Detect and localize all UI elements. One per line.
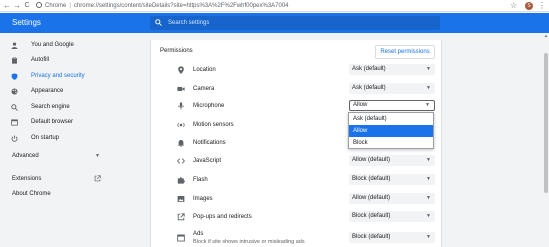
- sidebar-item-autofill[interactable]: Autofill: [0, 54, 145, 66]
- search-icon: [11, 104, 18, 111]
- popup-icon: [177, 213, 185, 221]
- permission-label: JavaScript: [193, 158, 222, 164]
- permission-row-flash: Flash Block (default) ▼: [151, 171, 443, 189]
- dropdown-option-allow[interactable]: Allow: [349, 125, 433, 137]
- sidebar-item-default-browser[interactable]: Default browser: [0, 116, 145, 128]
- sidebar-item-on-startup[interactable]: On startup: [0, 132, 145, 144]
- sidebar-item-appearance[interactable]: Appearance: [0, 85, 145, 97]
- chevron-down-icon: ▼: [426, 195, 431, 201]
- location-select[interactable]: Ask (default) ▼: [349, 64, 435, 75]
- open-in-new-icon[interactable]: [94, 175, 101, 182]
- palette-icon: [11, 88, 18, 95]
- dropdown-option-ask[interactable]: Ask (default): [349, 113, 433, 125]
- sidebar-advanced[interactable]: Advanced: [12, 150, 39, 162]
- bookmark-star-icon[interactable]: ☆: [510, 1, 517, 11]
- clipboard-icon: [12, 57, 17, 64]
- settings-header: Settings Search settings: [0, 13, 549, 33]
- permission-row-camera: Camera Ask (default) ▼: [151, 80, 443, 98]
- javascript-select[interactable]: Allow (default) ▼: [349, 155, 435, 166]
- chevron-down-icon: ▼: [425, 102, 430, 108]
- chevron-down-icon: ▼: [426, 85, 431, 91]
- power-icon: [11, 135, 18, 142]
- page-scrollbar[interactable]: ▲: [543, 33, 549, 247]
- permission-label: Location: [193, 67, 216, 73]
- browser-icon: [11, 119, 18, 126]
- forward-button[interactable]: →: [13, 1, 21, 11]
- address-bar[interactable]: Chrome | chrome://settings/content/siteDet…: [36, 1, 466, 11]
- chevron-down-icon: ▼: [426, 234, 431, 240]
- site-label: Chrome: [45, 3, 67, 9]
- microphone-select[interactable]: Allow ▼: [349, 100, 435, 111]
- permission-row-popups: Pop-ups and redirects Block (default) ▼: [151, 208, 443, 226]
- microphone-icon: [178, 102, 184, 110]
- ads-icon: [177, 234, 185, 242]
- scroll-up-icon[interactable]: ▲: [543, 33, 549, 38]
- shield-icon: [11, 73, 18, 80]
- camera-icon: [177, 87, 185, 91]
- permission-row-javascript: JavaScript Allow (default) ▼: [151, 152, 443, 170]
- camera-select[interactable]: Ask (default) ▼: [349, 83, 435, 94]
- sidebar-item-label: On startup: [31, 135, 60, 141]
- search-icon: [155, 19, 162, 26]
- chevron-down-icon: ▼: [426, 213, 431, 219]
- flash-select[interactable]: Block (default) ▼: [349, 174, 435, 185]
- sidebar-item-label: Autofill: [31, 57, 50, 63]
- settings-sidebar: You and Google Autofill Privacy and secu…: [0, 33, 145, 247]
- reset-permissions-button[interactable]: Reset permissions: [375, 45, 435, 59]
- search-placeholder: Search settings: [168, 20, 210, 26]
- permission-label: Pop-ups and redirects: [193, 214, 252, 220]
- permission-sublabel: Block if site shows intrusive or mislead…: [193, 239, 305, 245]
- sidebar-item-you-and-google[interactable]: You and Google: [0, 39, 145, 51]
- image-icon: [177, 195, 185, 203]
- sidebar-item-label: Appearance: [31, 88, 64, 94]
- permission-row-location: Location Ask (default) ▼: [151, 61, 443, 79]
- puzzle-icon: [177, 177, 185, 184]
- sidebar-item-label: Search engine: [31, 104, 70, 110]
- permission-label: Ads: [193, 231, 204, 237]
- sidebar-item-privacy-and-security[interactable]: Privacy and security: [0, 70, 145, 82]
- sidebar-item-label: Default browser: [31, 119, 74, 125]
- sidebar-item-label: Privacy and security: [31, 73, 85, 79]
- code-icon: [177, 158, 185, 164]
- permission-label: Images: [193, 196, 213, 202]
- sidebar-extensions[interactable]: Extensions: [12, 173, 41, 185]
- person-icon: [11, 42, 18, 49]
- microphone-dropdown-menu: Ask (default) Allow Block: [348, 112, 434, 149]
- site-info-icon[interactable]: [36, 2, 42, 8]
- images-select[interactable]: Allow (default) ▼: [349, 193, 435, 204]
- permission-label: Microphone: [193, 103, 225, 109]
- permissions-heading: Permissions: [160, 48, 193, 54]
- location-icon: [178, 66, 184, 74]
- permission-label: Flash: [193, 177, 208, 183]
- bell-icon: [177, 140, 185, 147]
- permission-label: Notifications: [193, 140, 226, 146]
- more-menu-icon[interactable]: ⋮: [538, 1, 546, 11]
- permission-label: Camera: [193, 86, 215, 92]
- chevron-down-icon: ▼: [426, 176, 431, 182]
- sidebar-item-label: You and Google: [31, 42, 74, 48]
- chevron-down-icon: ▼: [426, 157, 431, 163]
- ads-select[interactable]: Block (default) ▼: [349, 232, 435, 243]
- permission-row-ads: Ads Block if site shows intrusive or mis…: [151, 229, 443, 247]
- page-title: Settings: [12, 18, 41, 27]
- sidebar-about-chrome[interactable]: About Chrome: [12, 188, 51, 200]
- scroll-thumb[interactable]: [544, 53, 548, 193]
- chevron-down-icon: ▼: [426, 66, 431, 72]
- motion-sensors-icon: [177, 122, 185, 128]
- permission-row-images: Images Allow (default) ▼: [151, 190, 443, 208]
- permission-label: Motion sensors: [193, 122, 234, 128]
- url-text: chrome://settings/content/siteDetails?si…: [73, 3, 289, 9]
- popups-select[interactable]: Block (default) ▼: [349, 211, 435, 222]
- search-settings-input[interactable]: Search settings: [150, 16, 440, 30]
- back-button[interactable]: ←: [3, 1, 11, 11]
- browser-toolbar: ← → C Chrome | chrome://settings/content/s…: [0, 0, 549, 12]
- profile-avatar[interactable]: S: [525, 2, 533, 10]
- chevron-down-icon[interactable]: ▼: [95, 150, 100, 162]
- sidebar-item-search-engine[interactable]: Search engine: [0, 101, 145, 113]
- dropdown-option-block[interactable]: Block: [349, 137, 433, 149]
- reload-button[interactable]: C: [23, 1, 31, 11]
